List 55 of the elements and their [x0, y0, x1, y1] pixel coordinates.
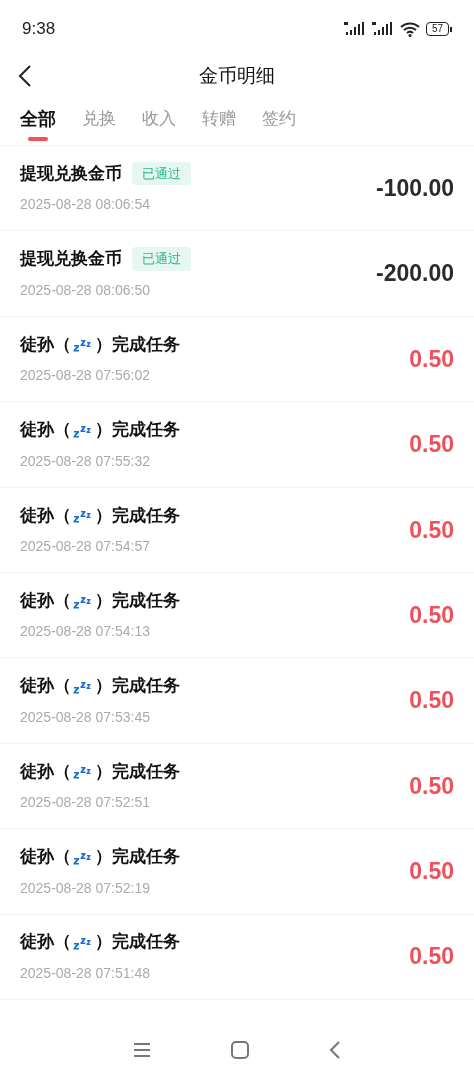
record-time: 2025-08-28 07:52:51: [20, 793, 151, 813]
record-title: 徒孙（: [20, 504, 71, 527]
wifi-icon: [399, 21, 420, 37]
record-title: 徒孙（: [20, 419, 71, 442]
record-title: ）完成任务: [95, 760, 180, 783]
record-amount: 0.50: [409, 430, 454, 460]
record-title: ）完成任务: [95, 931, 180, 954]
record-time: 2025-08-28 07:55:32: [20, 451, 151, 471]
record-title: 徒孙（: [20, 333, 71, 356]
record-title: 提现兑换金币: [20, 162, 122, 185]
record-title: 徒孙（: [20, 760, 71, 783]
record-title: ）完成任务: [95, 504, 180, 527]
status-badge: 已通过: [132, 247, 191, 271]
back-icon[interactable]: [18, 64, 32, 88]
record-title: 徒孙（: [20, 846, 71, 869]
menu-icon[interactable]: [133, 1043, 151, 1057]
record-amount: -100.00: [376, 173, 454, 203]
record-time: 2025-08-28 07:54:57: [20, 537, 151, 556]
record-amount: 0.50: [409, 515, 454, 545]
battery-indicator: 57: [425, 22, 449, 36]
filter-tab[interactable]: 签约: [262, 106, 296, 132]
record-amount: -200.00: [376, 259, 454, 289]
record-amount: 0.50: [409, 344, 454, 374]
record-amount: 0.50: [409, 942, 454, 972]
record-time: 2025-08-28 07:54:13: [20, 622, 151, 642]
status-badge: 已通过: [132, 161, 191, 186]
filter-tab[interactable]: 兑换: [82, 106, 116, 132]
record-time: 2025-08-28 07:56:02: [20, 366, 151, 386]
record-title: ）完成任务: [95, 675, 180, 698]
filter-tab[interactable]: 转赠: [202, 106, 236, 132]
record-title: ）完成任务: [95, 589, 180, 612]
record-title: ）完成任务: [95, 846, 180, 869]
status-time: 9:38: [22, 18, 56, 41]
record-amount: 0.50: [409, 600, 454, 630]
tab-indicator: [28, 137, 48, 141]
record-title: 徒孙（: [20, 675, 71, 698]
filter-tab[interactable]: 全部: [20, 106, 56, 133]
record-amount: 0.50: [409, 686, 454, 716]
record-time: 2025-08-28 08:06:50: [20, 280, 151, 300]
filter-tab[interactable]: 收入: [142, 106, 176, 132]
record-amount: 0.50: [409, 857, 454, 887]
record-time: 2025-08-28 07:53:45: [20, 707, 151, 727]
record-title: 提现兑换金币: [20, 248, 122, 271]
signal-icon: [371, 22, 394, 36]
record-amount: 0.50: [409, 771, 454, 801]
record-title: ）完成任务: [95, 419, 180, 442]
home-icon[interactable]: [231, 1041, 249, 1059]
record-time: 2025-08-28 07:52:19: [20, 878, 151, 898]
record-time: 2025-08-28 07:51:48: [20, 963, 151, 983]
record-time: 2025-08-28 08:06:54: [20, 195, 151, 215]
record-title: ）完成任务: [95, 333, 180, 356]
record-title: 徒孙（: [20, 589, 71, 612]
record-title: 徒孙（: [20, 931, 71, 954]
page-title: 金币明细: [199, 63, 275, 88]
signal-icon: [343, 22, 366, 36]
